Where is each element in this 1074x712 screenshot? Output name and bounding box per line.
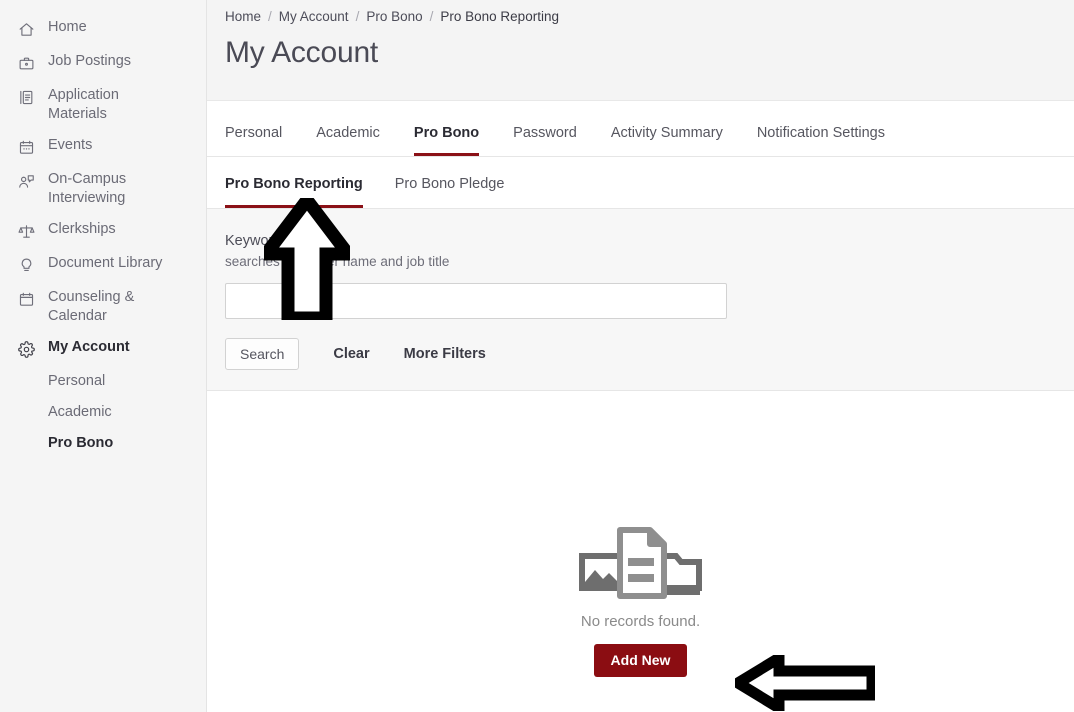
sidebar-item-events[interactable]: Events <box>0 130 206 164</box>
keywords-label: Keywords <box>225 233 289 249</box>
keywords-input[interactable] <box>225 283 727 319</box>
page-title: My Account <box>225 36 379 69</box>
sidebar-item-label: Events <box>48 137 93 153</box>
gear-icon <box>16 339 36 359</box>
sidebar-subitem-label: Personal <box>48 373 106 389</box>
filter-panel: Keywords searches employer name and job … <box>207 209 1074 391</box>
subtab-pro-bono-pledge[interactable]: Pro Bono Pledge <box>395 176 505 208</box>
breadcrumb-separator: / <box>429 9 434 24</box>
document-stack-icon <box>16 87 36 107</box>
sidebar-item-label: Home <box>48 19 87 35</box>
sidebar-subitem-pro-bono[interactable]: Pro Bono <box>0 428 206 459</box>
breadcrumb-separator: / <box>268 9 272 24</box>
account-card: Personal Academic Pro Bono Password Acti… <box>207 100 1074 712</box>
sidebar-item-label: Application Materials <box>48 87 119 122</box>
sidebar-item-clerkships[interactable]: Clerkships <box>0 214 206 248</box>
secondary-tabs: Pro Bono Reporting Pro Bono Pledge <box>207 157 1074 209</box>
tab-activity-summary[interactable]: Activity Summary <box>611 125 723 156</box>
keywords-hint: searches employer name and job title <box>225 254 450 269</box>
sidebar-item-document-library[interactable]: Document Library <box>0 248 206 282</box>
lightbulb-icon <box>16 255 36 275</box>
sidebar-item-application-materials[interactable]: Application Materials <box>0 80 206 130</box>
breadcrumb-item-pro-bono[interactable]: Pro Bono <box>366 9 422 24</box>
empty-state: No records found. Add New <box>207 493 1074 712</box>
breadcrumb-item-pro-bono-reporting: Pro Bono Reporting <box>440 9 559 24</box>
sidebar-item-my-account[interactable]: My Account <box>0 332 206 366</box>
calendar-icon <box>16 137 36 157</box>
breadcrumb-item-home[interactable]: Home <box>225 9 261 24</box>
clear-button[interactable]: Clear <box>333 346 369 362</box>
calendar-blank-icon <box>16 289 36 309</box>
sidebar-item-counseling-calendar[interactable]: Counseling & Calendar <box>0 282 206 332</box>
main-content: Home / My Account / Pro Bono / Pro Bono … <box>207 0 1074 712</box>
primary-tabs: Personal Academic Pro Bono Password Acti… <box>207 101 1074 157</box>
sidebar-subitem-personal[interactable]: Personal <box>0 366 206 397</box>
sidebar-item-label: Counseling & Calendar <box>48 289 135 324</box>
subtab-pro-bono-reporting[interactable]: Pro Bono Reporting <box>225 176 363 208</box>
filter-actions: Search Clear More Filters <box>225 338 1056 370</box>
no-records-icon <box>576 522 706 605</box>
app-root: Home Job Postings Application Materials … <box>0 0 1074 712</box>
tab-pro-bono[interactable]: Pro Bono <box>413 125 480 156</box>
sidebar-subitem-academic[interactable]: Academic <box>0 397 206 428</box>
sidebar: Home Job Postings Application Materials … <box>0 0 207 712</box>
home-icon <box>16 19 36 39</box>
breadcrumb: Home / My Account / Pro Bono / Pro Bono … <box>225 0 1074 24</box>
person-speech-icon <box>16 171 36 191</box>
sidebar-item-on-campus-interviewing[interactable]: On-Campus Interviewing <box>0 164 206 214</box>
sidebar-item-label: Clerkships <box>48 221 116 237</box>
sidebar-item-label: My Account <box>48 339 130 355</box>
breadcrumb-separator: / <box>355 9 360 24</box>
sidebar-subitem-label: Pro Bono <box>48 435 114 451</box>
briefcase-icon <box>16 53 36 73</box>
search-button[interactable]: Search <box>225 338 300 370</box>
sidebar-item-label: Document Library <box>48 255 163 271</box>
tab-personal[interactable]: Personal <box>225 125 282 156</box>
sidebar-item-label: On-Campus Interviewing <box>48 171 127 206</box>
add-new-button[interactable]: Add New <box>593 644 688 677</box>
sidebar-subitem-label: Academic <box>48 404 112 420</box>
sidebar-item-label: Job Postings <box>48 53 132 69</box>
tab-notification-settings[interactable]: Notification Settings <box>757 125 885 156</box>
empty-state-message: No records found. <box>580 613 701 630</box>
scales-icon <box>16 221 36 241</box>
breadcrumb-item-my-account[interactable]: My Account <box>279 9 349 24</box>
tab-academic[interactable]: Academic <box>316 125 380 156</box>
tab-password[interactable]: Password <box>513 125 577 156</box>
sidebar-item-home[interactable]: Home <box>0 12 206 46</box>
more-filters-button[interactable]: More Filters <box>404 346 486 362</box>
sidebar-item-job-postings[interactable]: Job Postings <box>0 46 206 80</box>
